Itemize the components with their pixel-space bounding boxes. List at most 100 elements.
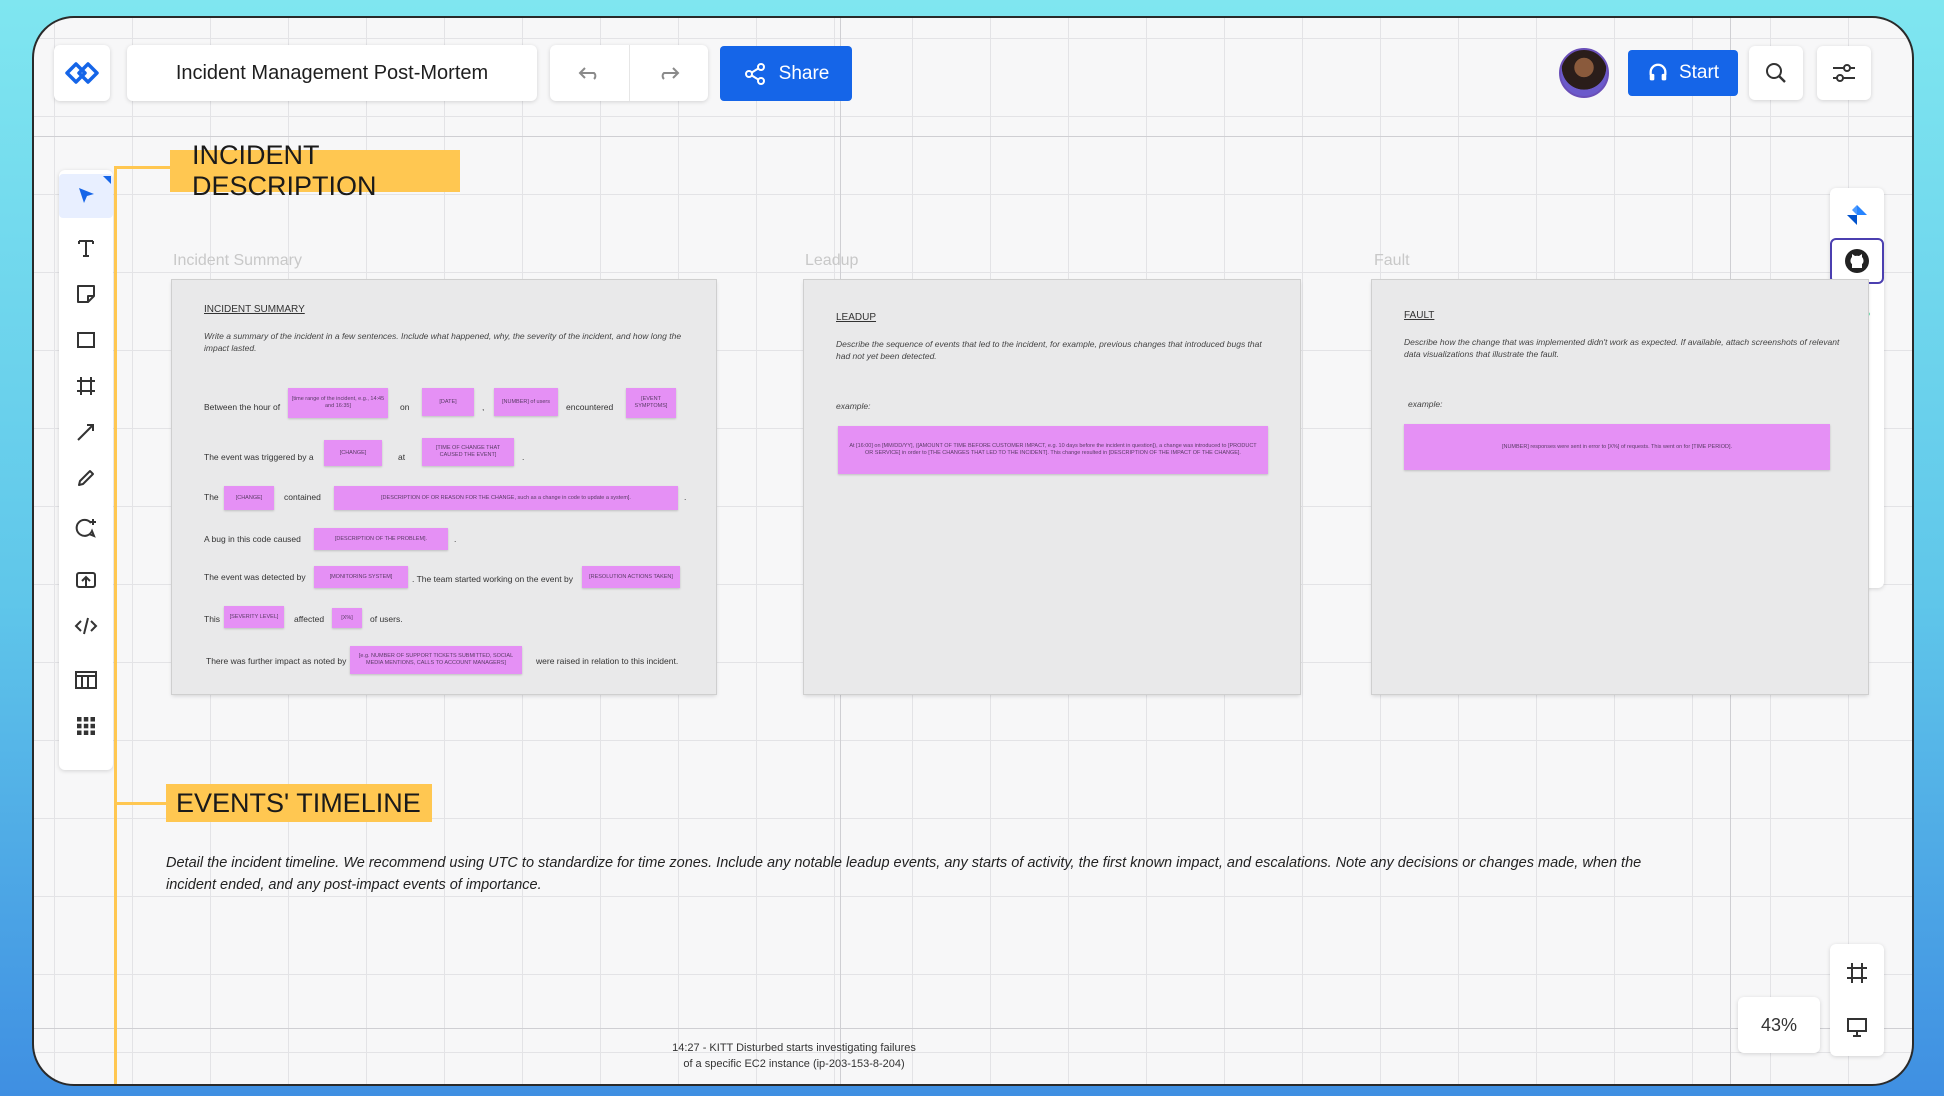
sticky-note-icon: [77, 285, 95, 303]
sticky-note[interactable]: [X%]: [332, 608, 362, 628]
start-label: Start: [1678, 62, 1720, 83]
sticky-note-tool[interactable]: [59, 272, 113, 316]
frame-instructions: Describe how the change that was impleme…: [1404, 337, 1840, 360]
sticky-note[interactable]: At [16:00] on [MM/DD/YY], ([AMOUNT OF TI…: [838, 426, 1268, 474]
settings-button[interactable]: [1817, 46, 1871, 100]
pen-icon: [78, 470, 94, 486]
section-title-incident-description[interactable]: INCIDENT DESCRIPTION: [170, 140, 460, 201]
embed-code-icon: [74, 617, 98, 635]
frame-icon: [77, 377, 95, 395]
rectangle-icon: [77, 332, 95, 348]
left-toolbar: [59, 170, 113, 770]
sticky-note[interactable]: [EVENT SYMPTOMS]: [626, 388, 676, 418]
sticky-note[interactable]: [DATE]: [422, 388, 474, 416]
frame-label-summary: Incident Summary: [173, 252, 302, 269]
select-tool[interactable]: [59, 174, 113, 218]
frames-button[interactable]: [1830, 950, 1884, 996]
rectangle-tool[interactable]: [59, 318, 113, 362]
section-connector: [114, 166, 117, 1084]
redo-button[interactable]: [630, 45, 709, 101]
share-button[interactable]: Share: [720, 46, 852, 101]
apps-grid-icon: [77, 717, 95, 735]
frame-tool[interactable]: [59, 364, 113, 408]
presentation-button[interactable]: [1830, 1004, 1884, 1050]
summary-text: This: [204, 614, 221, 624]
start-button[interactable]: Start: [1628, 50, 1738, 96]
summary-text: .: [522, 452, 525, 462]
summary-text: Between the hour of: [204, 402, 281, 412]
frame-instructions: Write a summary of the incident in a few…: [204, 331, 682, 354]
sticky-note[interactable]: [SEVERITY LEVEL]: [224, 606, 284, 628]
presentation-icon: [1847, 1018, 1867, 1037]
logo-icon: [65, 62, 99, 84]
grid-line: [34, 136, 1912, 137]
fault-frame[interactable]: FAULT Describe how the change that was i…: [1372, 280, 1868, 694]
sticky-note[interactable]: [RESOLUTION ACTIONS TAKEN]: [582, 566, 680, 588]
board-title[interactable]: Incident Management Post-Mortem: [127, 45, 537, 101]
sticky-note[interactable]: [CHANGE]: [224, 486, 274, 510]
summary-text: encountered: [566, 402, 614, 412]
example-label: example:: [1408, 399, 1443, 409]
frame-label-leadup: Leadup: [805, 252, 859, 269]
summary-text: at: [398, 452, 406, 462]
apps-tool[interactable]: [59, 704, 113, 748]
timeline-note-line: of a specific EC2 instance (ip-203-153-8…: [683, 1058, 905, 1070]
search-icon: [1766, 63, 1786, 83]
search-button[interactable]: [1749, 46, 1803, 100]
sticky-note[interactable]: [CHANGE]: [324, 440, 382, 466]
upload-tool[interactable]: [59, 558, 113, 602]
avatar[interactable]: [1559, 48, 1609, 98]
sticky-note[interactable]: [MONITORING SYSTEM]: [314, 566, 408, 588]
frame-heading: FAULT: [1404, 310, 1435, 321]
summary-text: .: [454, 534, 457, 544]
grid-line: [34, 1028, 1912, 1029]
headset-icon: [1649, 63, 1667, 81]
sticky-note[interactable]: [TIME OF CHANGE THAT CAUSED THE EVENT]: [422, 438, 514, 466]
leadup-frame[interactable]: LEADUP Describe the sequence of events t…: [804, 280, 1300, 694]
embed-code-tool[interactable]: [59, 604, 113, 648]
bottom-right-toolbar: [1830, 944, 1884, 1056]
zoom-level[interactable]: 43%: [1738, 997, 1820, 1053]
section-connector: [114, 802, 166, 805]
sticky-note[interactable]: [time range of the incident, e.g., 14:45…: [288, 388, 388, 418]
summary-text: There was further impact as noted by: [206, 656, 347, 666]
github-button[interactable]: [1830, 238, 1884, 284]
summary-text: The event was triggered by a: [204, 452, 314, 462]
sticky-note[interactable]: [DESCRIPTION OF THE PROBLEM].: [314, 528, 448, 550]
timeline-note[interactable]: 14:27 - KITT Disturbed starts investigat…: [634, 1040, 954, 1072]
sliders-icon: [1833, 64, 1855, 82]
summary-text: were raised in relation to this incident…: [536, 656, 679, 666]
sticky-note[interactable]: [DESCRIPTION OF OR REASON FOR THE CHANGE…: [334, 486, 678, 510]
sticky-note[interactable]: [NUMBER] responses were sent in error to…: [1404, 424, 1830, 470]
section-title-events-timeline[interactable]: EVENTS' TIMELINE: [166, 784, 432, 822]
corner-indicator: [103, 176, 111, 184]
github-icon: [1845, 249, 1869, 273]
text-tool[interactable]: [59, 226, 113, 270]
incident-summary-frame[interactable]: INCIDENT SUMMARY Write a summary of the …: [172, 280, 716, 694]
undo-button[interactable]: [550, 45, 630, 101]
frame-heading: INCIDENT SUMMARY: [204, 304, 305, 315]
comment-add-icon: [75, 518, 96, 538]
app-logo[interactable]: [54, 45, 110, 101]
line-tool[interactable]: [59, 410, 113, 454]
sticky-note[interactable]: [e.g. NUMBER OF SUPPORT TICKETS SUBMITTE…: [350, 646, 522, 674]
pen-tool[interactable]: [59, 456, 113, 500]
section-connector: [114, 166, 170, 169]
example-label: example:: [836, 401, 871, 411]
sticky-note[interactable]: [NUMBER] of users: [494, 388, 558, 416]
text-icon: [78, 240, 94, 257]
board-canvas[interactable]: Incident Management Post-Mortem Share St…: [32, 16, 1914, 1086]
jira-button[interactable]: [1830, 192, 1884, 238]
line-icon: [77, 424, 94, 441]
share-label: Share: [778, 62, 830, 84]
table-tool[interactable]: [59, 658, 113, 702]
timeline-description[interactable]: Detail the incident timeline. We recomme…: [166, 852, 1666, 896]
share-icon: [744, 62, 765, 85]
comment-add-tool[interactable]: [59, 506, 113, 550]
summary-text: . The team started working on the event …: [412, 574, 573, 584]
timeline-note-line: 14:27 - KITT Disturbed starts investigat…: [672, 1042, 916, 1054]
summary-text: The event was detected by: [204, 572, 306, 582]
summary-text: .: [684, 492, 687, 502]
frame-label-fault: Fault: [1374, 252, 1410, 269]
summary-text: contained: [284, 492, 321, 502]
